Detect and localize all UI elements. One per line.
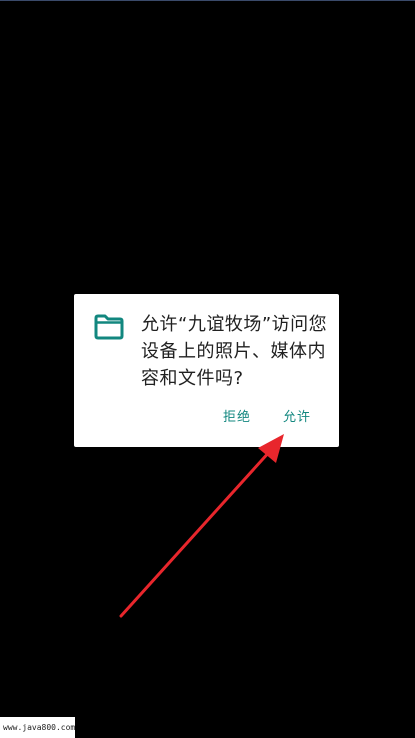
dialog-message: 允许“九谊牧场”访问您设备上的照片、媒体内容和文件吗? xyxy=(141,314,328,389)
deny-button[interactable]: 拒绝 xyxy=(223,406,251,425)
folder-icon xyxy=(94,314,124,340)
watermark-text: www.java800.com xyxy=(0,717,75,738)
dialog-actions: 拒绝 允许 xyxy=(74,406,339,430)
app-screen: 允许“九谊牧场”访问您设备上的照片、媒体内容和文件吗? 拒绝 允许 www.ja… xyxy=(0,0,415,738)
permission-dialog: 允许“九谊牧场”访问您设备上的照片、媒体内容和文件吗? 拒绝 允许 xyxy=(74,294,339,447)
allow-button[interactable]: 允许 xyxy=(283,406,311,425)
